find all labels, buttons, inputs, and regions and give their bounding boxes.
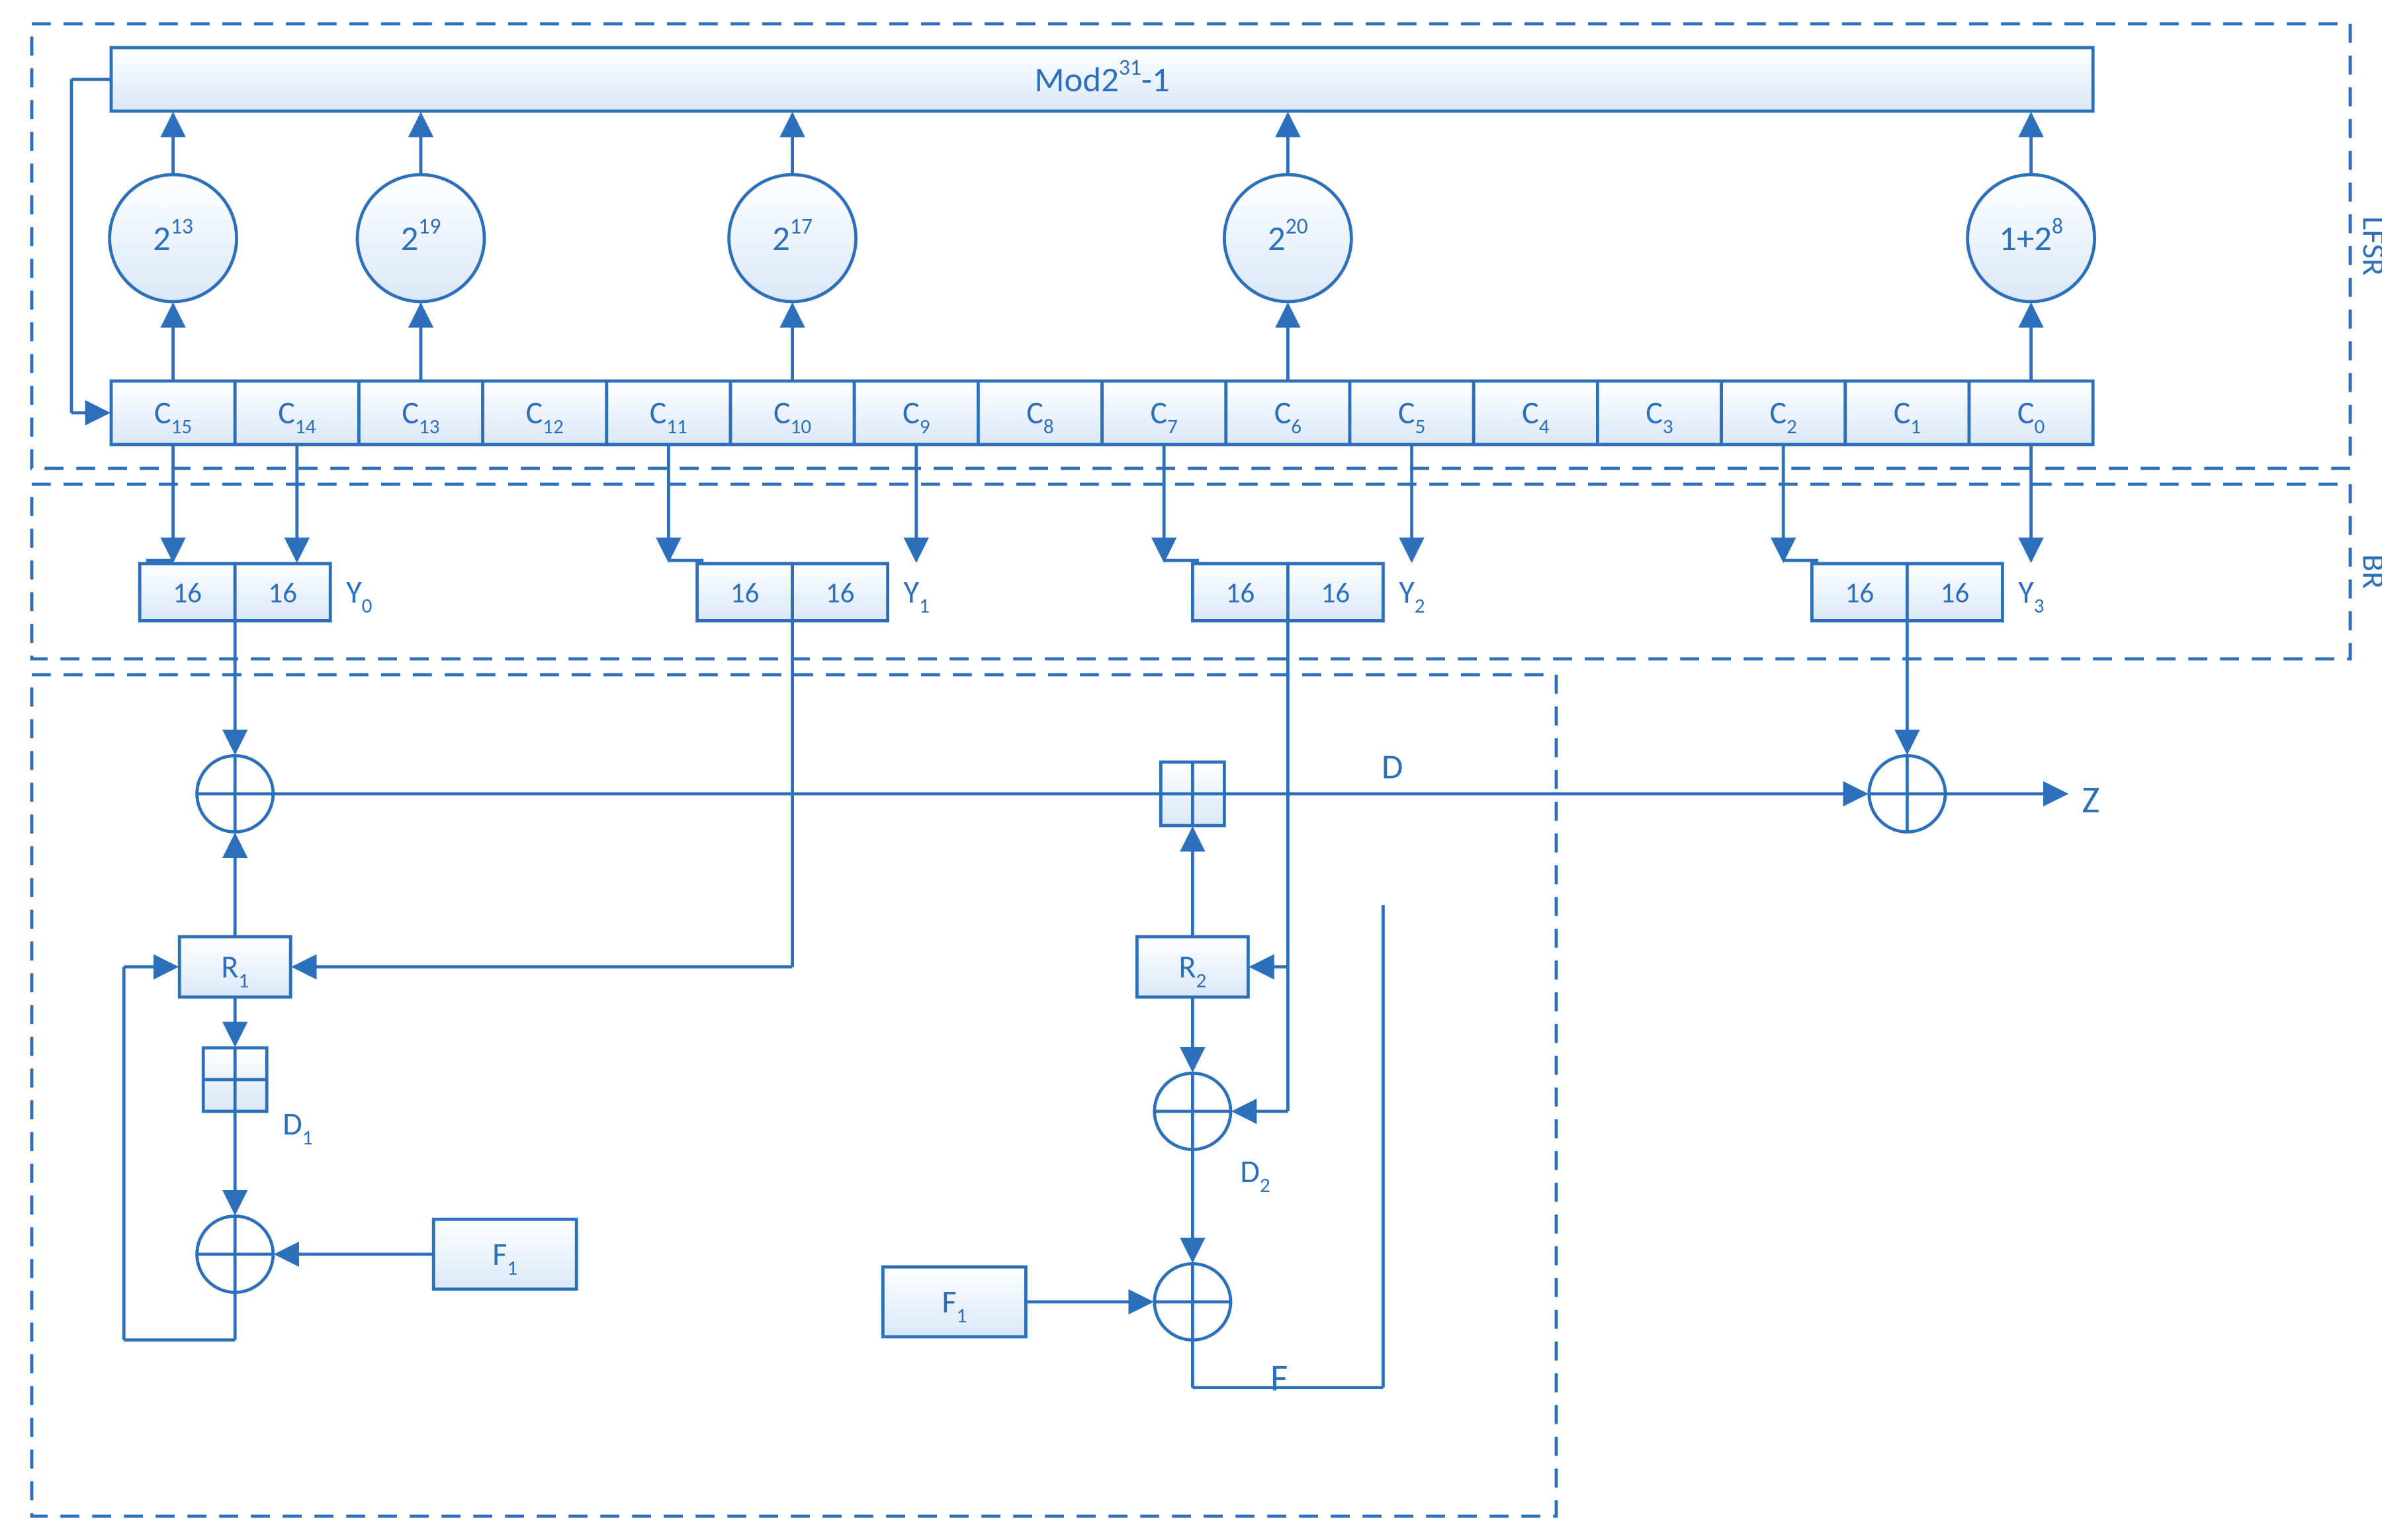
svg-text:16: 16 [1226,575,1255,610]
mult-2: 217 [729,114,856,381]
svg-text:Y0: Y0 [346,572,372,619]
cell-C1: C1 [1845,381,1969,445]
cell-C4: C4 [1474,381,1597,445]
Y1: 16 16 Y1 [668,445,929,620]
cell-C13: C13 [359,381,482,445]
addbox-1 [203,1048,267,1111]
svg-text:16: 16 [826,575,855,610]
cell-C12: C12 [483,381,607,445]
svg-text:16: 16 [1941,575,1970,610]
svg-text:16: 16 [268,575,297,610]
svg-text:BR: BR [2355,554,2382,589]
xor-left [197,1216,273,1292]
cell-C6: C6 [1226,381,1350,445]
svg-text:D2: D2 [1240,1152,1270,1198]
svg-text:D1: D1 [283,1104,312,1150]
cell-C7: C7 [1102,381,1226,445]
svg-text:F: F [1270,1355,1288,1401]
svg-text:16: 16 [173,575,202,610]
svg-text:16: 16 [1845,575,1875,610]
cell-C5: C5 [1350,381,1474,445]
svg-text:16: 16 [1321,575,1350,610]
Y2: 16 16 Y2 [1164,445,1425,620]
addbox-top [1161,762,1224,826]
cell-C14: C14 [235,381,359,445]
lfsr-label: LFSR [2355,216,2382,276]
svg-text:Y3: Y3 [2018,572,2044,619]
svg-text:Z: Z [2082,777,2099,823]
cell-C3: C3 [1597,381,1721,445]
cell-C8: C8 [978,381,1102,445]
f-section: FR1D1F1DR2D2F1 [32,620,1556,1516]
cell-C11: C11 [607,381,730,445]
lfsr-section: LFSR Mod231-1 213 219 217 220 1+28 C15C14C13C12… [32,24,2382,468]
br-section: BR 16 16 Y0 16 16 Y1 16 16 Y2 16 16 Y3 [32,445,2382,659]
Y0: 16 16 Y0 [140,445,372,620]
xor-right [1155,1263,1231,1340]
output: Z [1556,620,2099,832]
cell-C9: C9 [854,381,978,445]
mult-0: 213 [110,114,237,381]
mult-4: 1+28 [1968,114,2095,381]
cell-C2: C2 [1722,381,1845,445]
xor-mid [1155,1073,1231,1149]
svg-text:16: 16 [730,575,760,610]
mult-1: 219 [357,114,484,381]
svg-text:Y1: Y1 [904,572,930,619]
cell-C15: C15 [111,381,235,445]
cell-C10: C10 [730,381,854,445]
Y3: 16 16 Y3 [1783,445,2044,620]
xor-top [197,755,273,832]
cell-C0: C0 [1969,381,2093,445]
xor-out [1869,755,1945,832]
svg-text:D: D [1382,746,1403,789]
mod-label: Mod231-1 [1034,54,1169,101]
mult-3: 220 [1224,114,1351,381]
svg-text:Y2: Y2 [1399,572,1425,619]
